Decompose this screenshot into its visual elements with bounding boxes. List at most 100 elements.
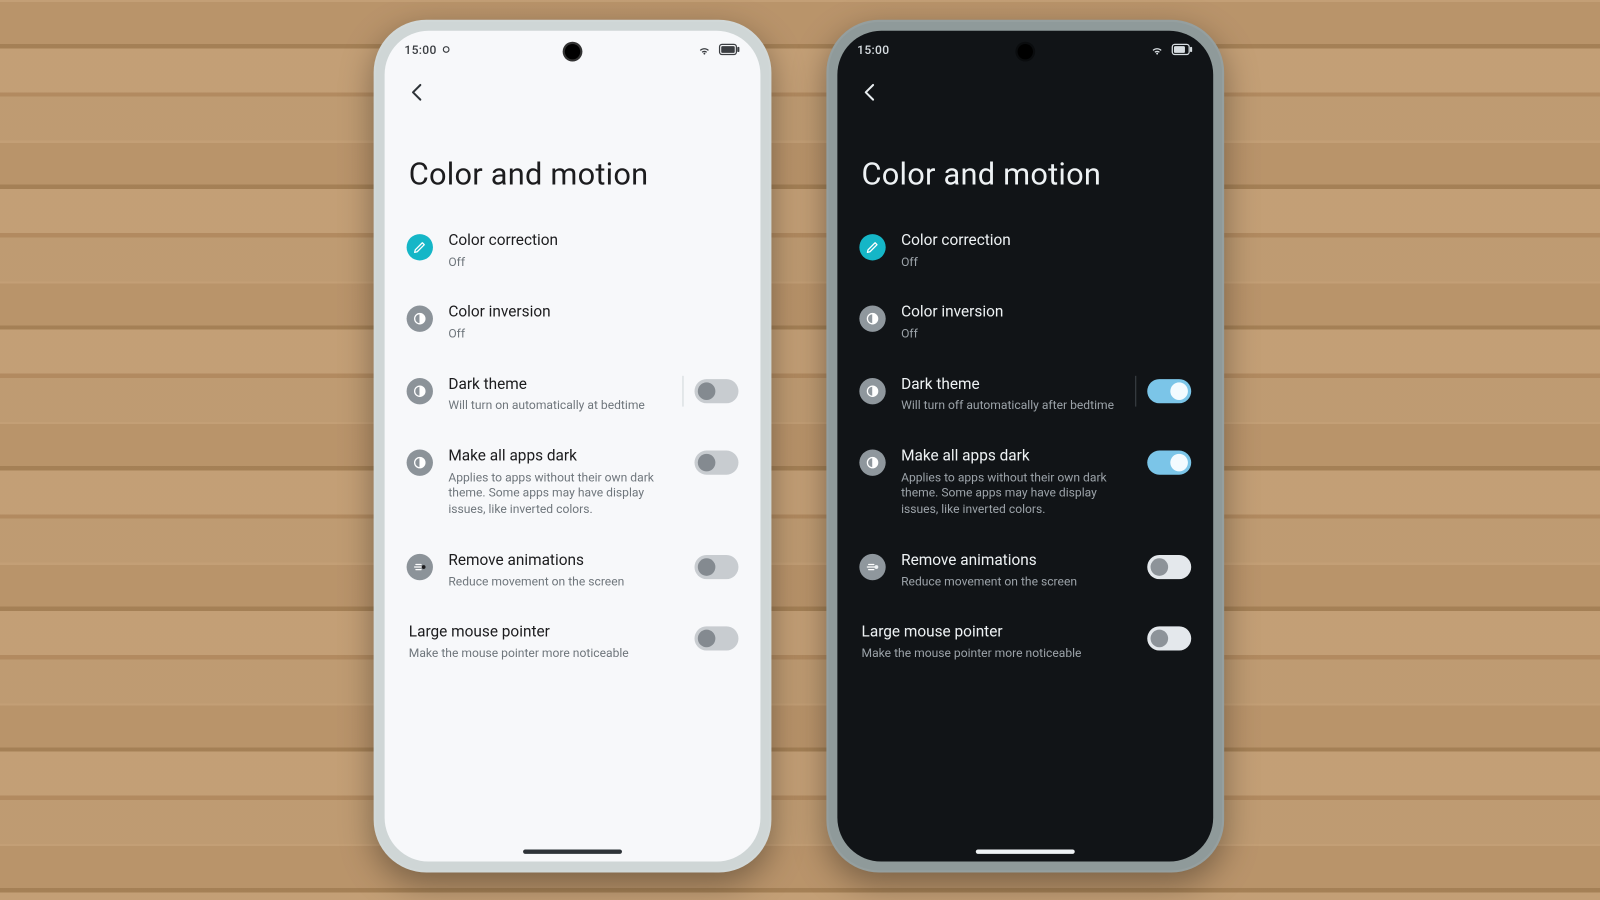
toggle-large-pointer[interactable] [1147,627,1191,651]
back-icon [407,81,429,107]
settings-row-color-inversion[interactable]: Color inversion Off [393,290,751,355]
row-subtitle: Make the mouse pointer more noticeable [409,646,663,662]
contrast-icon [407,449,433,475]
wifi-icon [697,42,712,57]
row-title: Color inversion [448,304,734,323]
phone-frame: 15:00 Color and motion C [374,20,772,873]
phone-screen: 15:00 Color and motion C [385,31,761,862]
row-title: Dark theme [901,375,1115,394]
page-title: Color and motion [385,119,761,219]
row-texts: Color inversion Off [448,304,738,343]
pencil-icon [859,234,885,260]
toggle-knob [698,630,716,648]
settings-row-make-all-dark[interactable]: Make all apps dark Applies to apps witho… [393,434,751,532]
row-texts: Color correction Off [448,232,738,271]
settings-row-large-pointer[interactable]: Large mouse pointer Make the mouse point… [393,610,751,675]
row-toggle-wrap [1135,552,1191,583]
stage: 15:00 Color and motion C [0,0,1600,900]
toggle-knob [698,558,716,576]
row-texts: Color inversion Off [901,304,1191,343]
gesture-bar[interactable] [976,849,1075,853]
row-title: Make all apps dark [901,447,1115,466]
contrast-icon [407,306,433,332]
toggle-knob [1170,454,1188,472]
toggle-large-pointer[interactable] [695,627,739,651]
back-icon [859,81,881,107]
toggle-make-all-dark[interactable] [695,451,739,475]
app-bar [837,57,1213,119]
row-title: Color inversion [901,304,1187,323]
row-toggle-wrap [682,375,738,406]
settings-list: Color correction Off Color inversion Off… [385,219,761,682]
toggle-dark-theme[interactable] [695,379,739,403]
row-separator [682,375,683,406]
settings-row-color-correction[interactable]: Color correction Off [393,219,751,284]
row-title: Remove animations [448,552,662,571]
app-bar [385,57,761,119]
row-subtitle: Will turn off automatically after bedtim… [901,398,1115,414]
gesture-bar[interactable] [523,849,622,853]
toggle-make-all-dark[interactable] [1147,451,1191,475]
settings-row-dark-theme[interactable]: Dark theme Will turn off automatically a… [846,362,1204,427]
row-toggle-wrap [1135,624,1191,655]
battery-icon [719,43,741,56]
toggle-remove-anim[interactable] [695,555,739,579]
status-time: 15:00 [404,42,436,56]
settings-row-remove-anim[interactable]: Remove animations Reduce movement on the… [846,539,1204,604]
battery-icon [1171,43,1193,56]
toggle-knob [698,454,716,472]
row-subtitle: Reduce movement on the screen [448,574,662,590]
row-texts: Color correction Off [901,232,1191,271]
row-toggle-wrap [682,447,738,478]
row-title: Remove animations [901,552,1115,571]
row-separator [1135,375,1136,406]
wifi-icon [1149,42,1164,57]
row-title: Large mouse pointer [862,624,1116,643]
toggle-knob [1151,630,1169,648]
row-subtitle: Off [901,326,1187,342]
row-subtitle: Applies to apps without their own dark t… [448,470,662,519]
row-title: Dark theme [448,375,662,394]
row-toggle-wrap [682,552,738,583]
row-texts: Dark theme Will turn off automatically a… [901,375,1120,414]
phone-screen: 15:00 Color and motion C [837,31,1213,862]
motion-icon [859,554,885,580]
motion-icon [407,554,433,580]
toggle-knob [1151,558,1169,576]
row-subtitle: Applies to apps without their own dark t… [901,470,1115,519]
contrast-icon [859,378,885,404]
toggle-dark-theme[interactable] [1147,379,1191,403]
row-title: Large mouse pointer [409,624,663,643]
row-subtitle: Will turn on automatically at bedtime [448,398,662,414]
status-dot-icon [442,45,451,54]
back-button[interactable] [853,77,888,112]
row-texts: Make all apps dark Applies to apps witho… [448,447,667,518]
row-title: Color correction [901,232,1187,251]
row-toggle-wrap [1135,375,1191,406]
settings-list: Color correction Off Color inversion Off… [837,219,1213,682]
settings-row-color-correction[interactable]: Color correction Off [846,219,1204,284]
settings-row-color-inversion[interactable]: Color inversion Off [846,290,1204,355]
row-subtitle: Make the mouse pointer more noticeable [862,646,1116,662]
contrast-icon [859,306,885,332]
toggle-remove-anim[interactable] [1147,555,1191,579]
back-button[interactable] [400,77,435,112]
row-title: Color correction [448,232,734,251]
row-texts: Remove animations Reduce movement on the… [901,552,1120,591]
row-toggle-wrap [682,624,738,655]
settings-row-make-all-dark[interactable]: Make all apps dark Applies to apps witho… [846,434,1204,532]
row-texts: Large mouse pointer Make the mouse point… [409,624,667,663]
row-texts: Remove animations Reduce movement on the… [448,552,667,591]
settings-row-dark-theme[interactable]: Dark theme Will turn on automatically at… [393,362,751,427]
status-time: 15:00 [857,42,889,56]
camera-hole [1018,44,1033,59]
row-subtitle: Reduce movement on the screen [901,574,1115,590]
toggle-knob [698,382,716,400]
phone-frame: 15:00 Color and motion C [826,20,1224,873]
toggle-knob [1170,382,1188,400]
row-subtitle: Off [448,254,734,270]
settings-row-large-pointer[interactable]: Large mouse pointer Make the mouse point… [846,610,1204,675]
row-subtitle: Off [448,326,734,342]
settings-row-remove-anim[interactable]: Remove animations Reduce movement on the… [393,539,751,604]
page-title: Color and motion [837,119,1213,219]
